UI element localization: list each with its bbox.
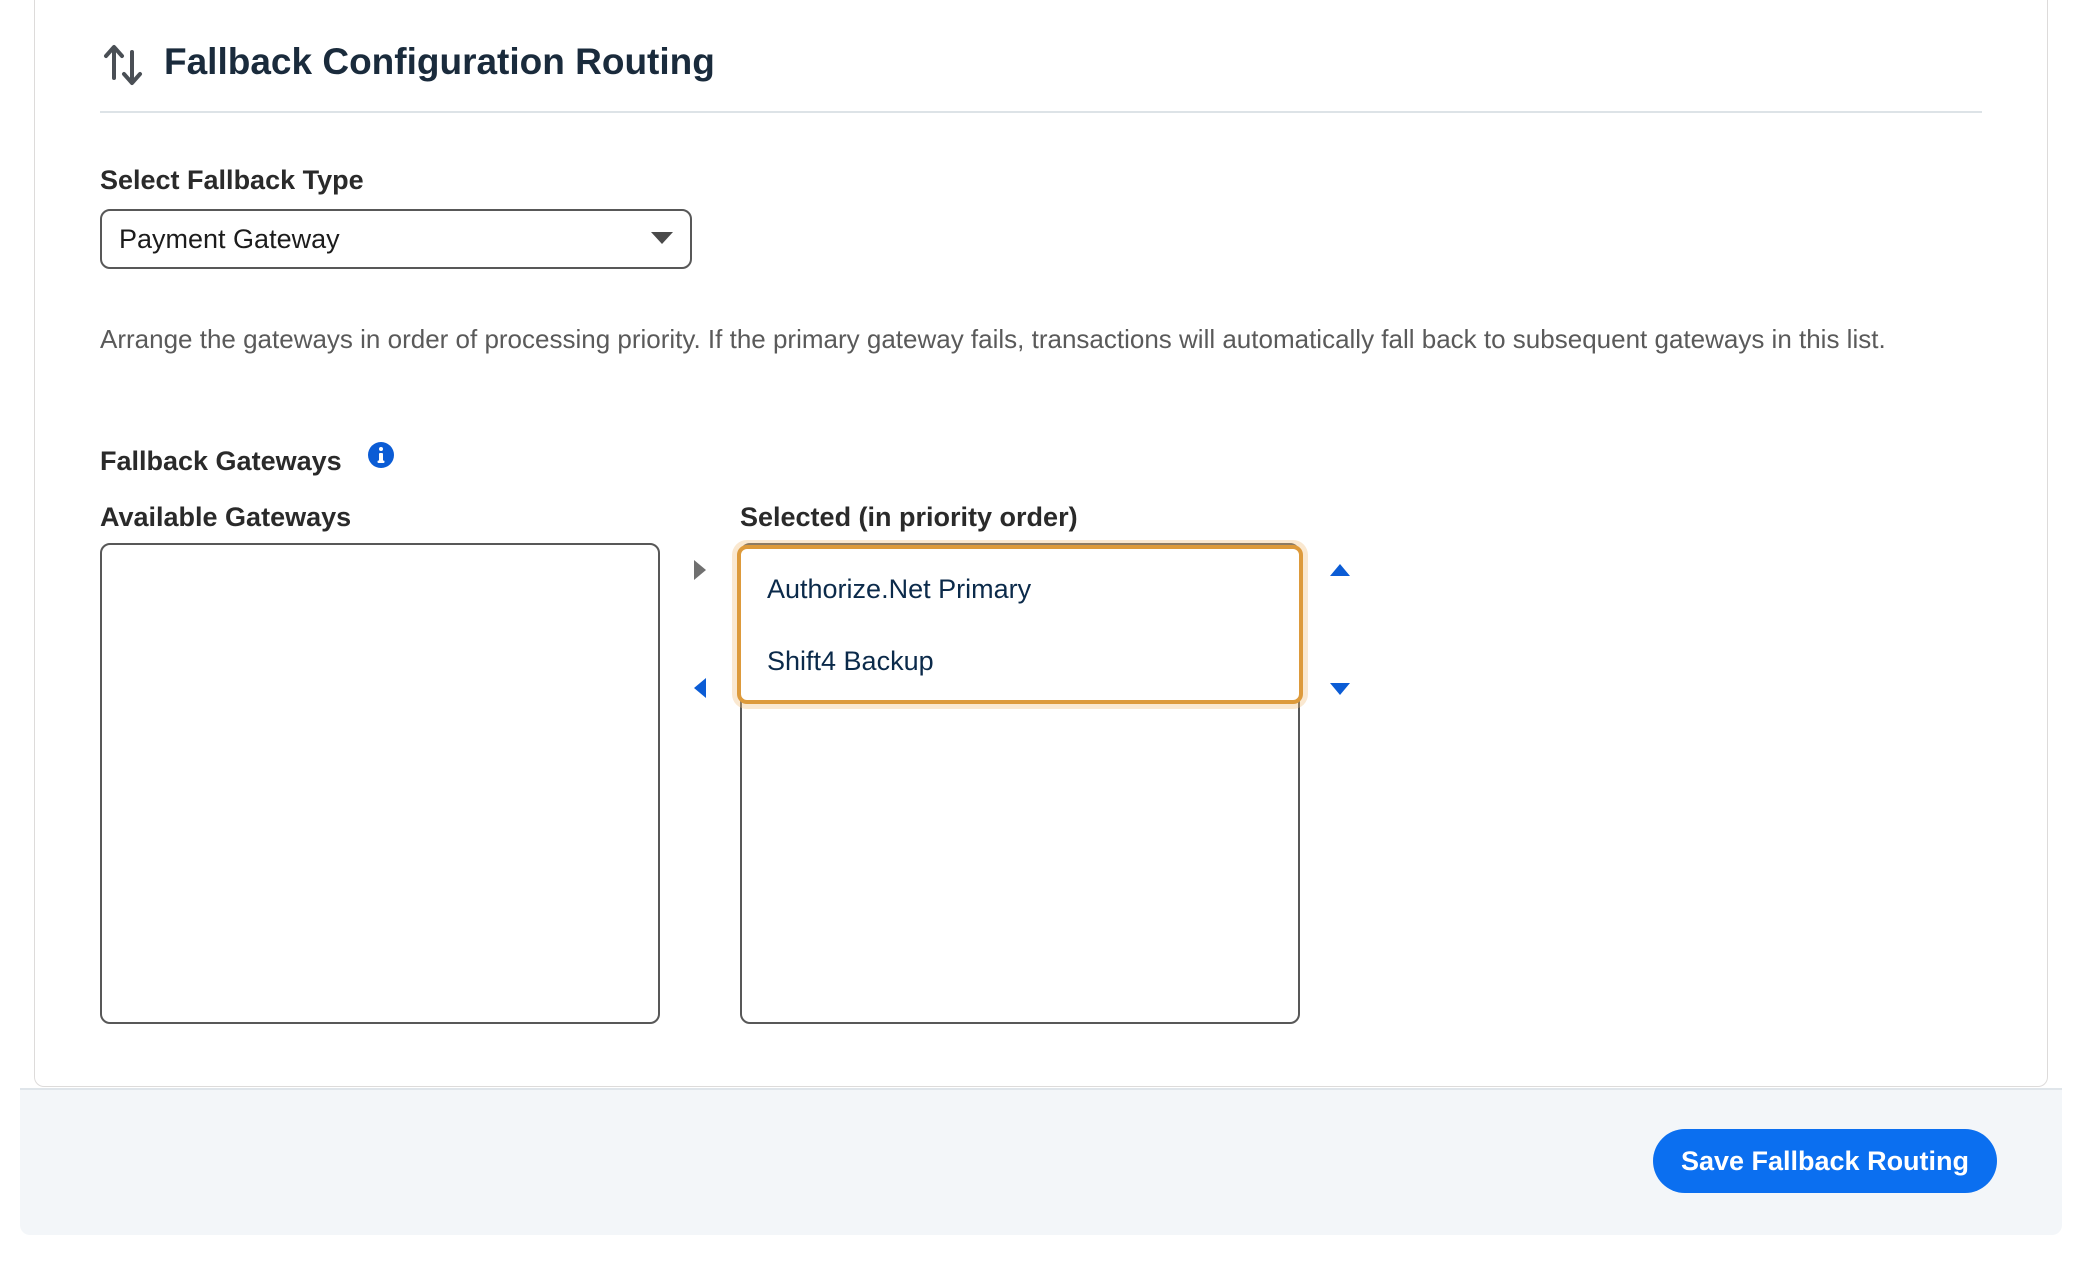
selected-gateways-label: Selected (in priority order) (740, 502, 1078, 532)
available-gateways-listbox[interactable] (100, 543, 660, 1024)
sort-arrows-icon (104, 45, 142, 85)
move-down-icon[interactable] (1329, 682, 1351, 696)
fallback-type-label: Select Fallback Type (100, 165, 364, 195)
fallback-type-value: Payment Gateway (119, 224, 340, 254)
selected-listbox-focus-ring (737, 545, 1303, 704)
selected-option[interactable]: Authorize.Net Primary (767, 574, 1031, 605)
available-gateways-label: Available Gateways (100, 502, 352, 532)
move-left-icon[interactable] (692, 677, 708, 699)
chevron-down-icon (651, 232, 673, 244)
selected-option[interactable]: Shift4 Backup (767, 646, 934, 677)
fallback-gateways-label: Fallback Gateways (100, 446, 342, 476)
move-up-icon[interactable] (1329, 563, 1351, 577)
fallback-type-select[interactable]: Payment Gateway (100, 209, 692, 269)
save-fallback-routing-button[interactable]: Save Fallback Routing (1653, 1129, 1997, 1193)
page-title: Fallback Configuration Routing (164, 41, 715, 82)
move-right-icon[interactable] (692, 559, 708, 581)
info-icon[interactable] (367, 441, 395, 469)
header-divider (100, 111, 1982, 113)
help-text: Arrange the gateways in order of process… (100, 324, 1886, 354)
